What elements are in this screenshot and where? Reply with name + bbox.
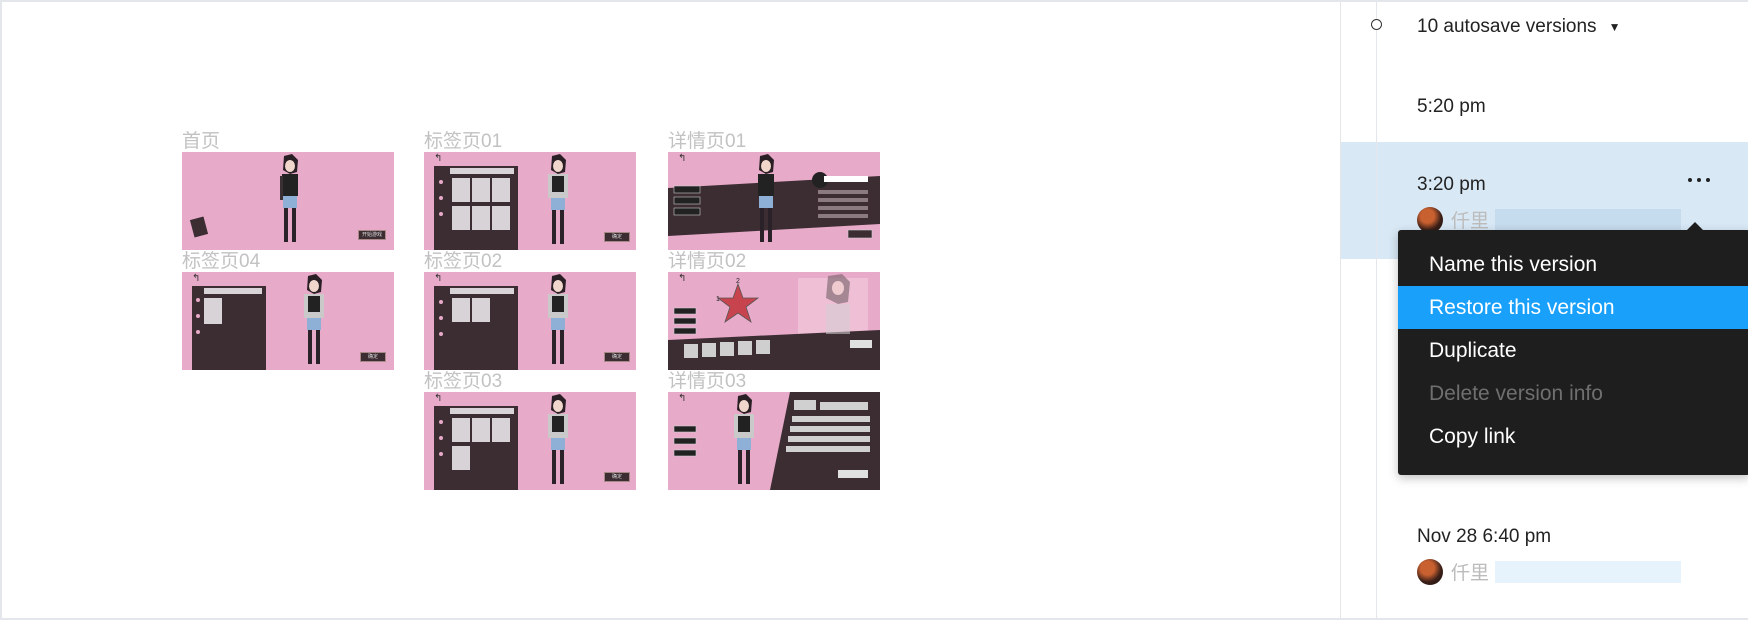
frame-label[interactable]: 标签页01: [424, 126, 502, 153]
frame-label[interactable]: 详情页01: [668, 126, 746, 153]
app-window: 首页 开始游戏 标签页01 ↰ 确定 详情页01 ↰ 标签页04 ↰ 确定 标签…: [0, 0, 1748, 620]
tab-header-bar: [450, 408, 514, 414]
back-icon: ↰: [434, 153, 443, 164]
frame-label[interactable]: 详情页03: [668, 366, 746, 393]
timeline-dot-icon: [1371, 19, 1382, 30]
version-time[interactable]: Nov 28 6:40 pm: [1417, 526, 1551, 548]
grid-cell: [492, 206, 510, 230]
grid-cell: [204, 298, 222, 324]
menu-item-copy-link[interactable]: Copy link: [1398, 415, 1748, 458]
version-context-menu: Name this version Restore this version D…: [1398, 230, 1748, 475]
author-name-highlight: [1495, 560, 1682, 583]
frame-label[interactable]: 标签页03: [424, 366, 502, 393]
grid-cell: [472, 418, 490, 442]
back-icon: ↰: [434, 393, 443, 404]
back-icon: ↰: [192, 273, 201, 284]
grid-cell: [452, 418, 470, 442]
character-illustration: [548, 394, 568, 484]
tab-dot: [439, 332, 443, 336]
frame-thumbnail-tab03[interactable]: ↰ 确定: [424, 392, 636, 490]
frame-thumbnail-tab01[interactable]: ↰ 确定: [424, 152, 636, 250]
frame-thumbnail-detail02[interactable]: ↰ 1 2: [668, 272, 880, 370]
tab-dot: [439, 212, 443, 216]
version-author: 仟里: [1417, 206, 1682, 233]
card-shape: [189, 216, 209, 238]
grid-cell: [492, 178, 510, 202]
author-name: 仟里: [1451, 563, 1490, 584]
tab-dot: [439, 420, 443, 424]
frame-thumbnail-tab04[interactable]: ↰ 确定: [182, 272, 394, 370]
author-name-highlight: [1495, 208, 1682, 231]
tab-dot: [439, 316, 443, 320]
grid-cell: [472, 178, 490, 202]
character-illustration: [548, 274, 568, 364]
tab-header-bar: [450, 168, 514, 174]
tab-dot: [196, 314, 200, 318]
menu-item-name-version[interactable]: Name this version: [1398, 243, 1748, 286]
detail-panel-shape: [673, 392, 880, 490]
avatar: [1417, 206, 1443, 233]
frame-label[interactable]: 标签页02: [424, 246, 502, 273]
grid-cell: [472, 298, 490, 322]
version-author: 仟里: [1417, 558, 1682, 585]
tab-dot: [196, 298, 200, 302]
character-illustration: [548, 154, 568, 244]
design-canvas[interactable]: 首页 开始游戏 标签页01 ↰ 确定 详情页01 ↰ 标签页04 ↰ 确定 标签…: [2, 2, 1340, 618]
frame-thumbnail-detail03[interactable]: ↰: [668, 392, 880, 490]
frame-thumbnail-home[interactable]: 开始游戏: [182, 152, 394, 250]
tab-dot: [439, 436, 443, 440]
confirm-button: 确定: [604, 232, 630, 242]
frame-label[interactable]: 详情页02: [668, 246, 746, 273]
frame-thumbnail-detail01[interactable]: ↰: [668, 152, 880, 250]
character-illustration: [734, 394, 754, 484]
star-label: 1: [716, 296, 720, 303]
tab-dot: [439, 452, 443, 456]
grid-cell: [452, 298, 470, 322]
frame-thumbnail-tab02[interactable]: ↰ 确定: [424, 272, 636, 370]
author-name: 仟里: [1451, 211, 1490, 232]
confirm-button: 确定: [604, 472, 630, 482]
character-illustration: [304, 274, 324, 364]
star-label: 2: [736, 278, 740, 285]
start-game-button: 开始游戏: [358, 230, 386, 240]
grid-cell: [452, 178, 470, 202]
tab-dot: [196, 330, 200, 334]
menu-item-delete-version-info: Delete version info: [1429, 382, 1603, 405]
timeline-line: [1376, 2, 1377, 618]
character-illustration: [280, 154, 298, 242]
version-time[interactable]: 5:20 pm: [1417, 96, 1486, 118]
tab-header-bar: [204, 288, 262, 294]
grid-cell: [452, 206, 470, 230]
confirm-button: 确定: [360, 352, 386, 362]
grid-cell: [452, 446, 470, 470]
tab-dot: [439, 300, 443, 304]
menu-item-restore-version[interactable]: Restore this version: [1398, 286, 1748, 329]
more-options-icon[interactable]: [1688, 176, 1710, 184]
grid-cell: [492, 418, 510, 442]
character-illustration: [758, 154, 774, 242]
frame-label[interactable]: 标签页04: [182, 246, 260, 273]
version-time[interactable]: 3:20 pm: [1417, 174, 1486, 196]
confirm-button: 确定: [604, 352, 630, 362]
tab-header-bar: [450, 288, 514, 294]
caret-down-icon: ▼: [1608, 20, 1621, 34]
autosave-versions-toggle[interactable]: 10 autosave versions ▼: [1417, 16, 1620, 38]
frame-label[interactable]: 首页: [182, 126, 220, 153]
tab-dot: [439, 180, 443, 184]
grid-cell: [472, 206, 490, 230]
menu-item-duplicate[interactable]: Duplicate: [1398, 329, 1748, 372]
character-illustration: [826, 274, 850, 334]
tab-dot: [439, 196, 443, 200]
autosave-label: 10 autosave versions: [1417, 16, 1597, 37]
avatar: [1417, 558, 1443, 585]
back-icon: ↰: [434, 273, 443, 284]
